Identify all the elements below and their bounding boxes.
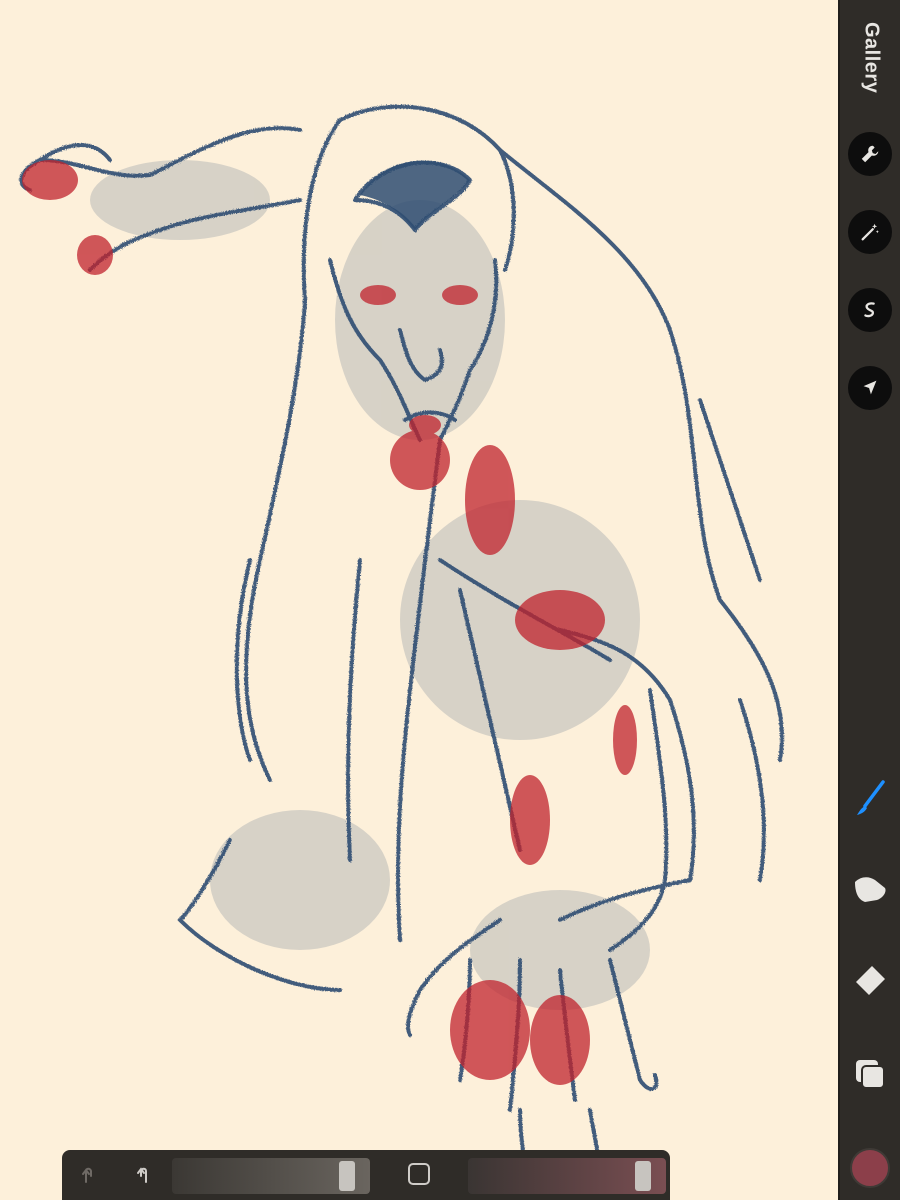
adjustments-button[interactable] bbox=[848, 210, 892, 254]
eraser-icon bbox=[856, 966, 885, 995]
actions-button[interactable] bbox=[848, 132, 892, 176]
undo-button[interactable] bbox=[78, 1162, 104, 1188]
drawing-canvas[interactable] bbox=[0, 0, 838, 1200]
wrench-icon bbox=[861, 145, 879, 163]
magic-wand-icon bbox=[861, 223, 879, 241]
brush-size-thumb[interactable] bbox=[339, 1161, 355, 1191]
modify-button[interactable] bbox=[408, 1163, 430, 1185]
tool-sidebar: Gallery bbox=[838, 0, 900, 1200]
selection-s-icon bbox=[864, 302, 875, 318]
selection-button[interactable] bbox=[848, 288, 892, 332]
transform-button[interactable] bbox=[848, 366, 892, 410]
redo-icon bbox=[137, 1167, 147, 1183]
gallery-button[interactable]: Gallery bbox=[846, 22, 896, 112]
eraser-button[interactable] bbox=[848, 958, 892, 1002]
smudge-button[interactable] bbox=[848, 866, 892, 910]
brush-icon bbox=[857, 780, 885, 815]
opacity-thumb[interactable] bbox=[635, 1161, 651, 1191]
bottom-tool-bar bbox=[62, 1150, 670, 1200]
color-picker-swatch[interactable] bbox=[850, 1148, 890, 1188]
smudge-finger-icon bbox=[855, 877, 886, 902]
redo-button[interactable] bbox=[130, 1162, 156, 1188]
opacity-slider[interactable] bbox=[468, 1158, 666, 1194]
layers-button[interactable] bbox=[848, 1052, 892, 1096]
brush-button[interactable] bbox=[848, 776, 892, 820]
sketch-artwork bbox=[19, 104, 784, 1187]
undo-icon bbox=[82, 1167, 92, 1183]
arrow-cursor-icon bbox=[863, 380, 877, 395]
brush-size-slider[interactable] bbox=[172, 1158, 370, 1194]
layers-icon bbox=[856, 1060, 885, 1089]
